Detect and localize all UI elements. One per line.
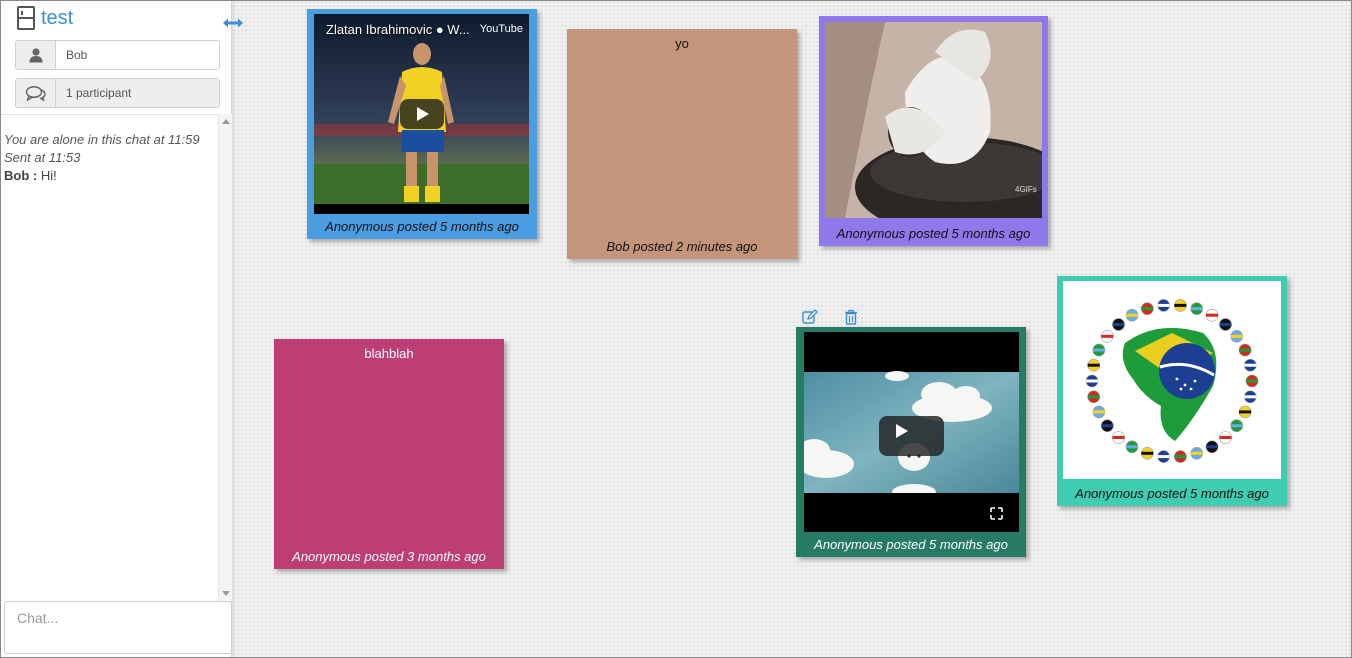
flag-stripe [1086,379,1098,383]
flag-stripe [1174,455,1187,459]
trash-icon[interactable] [843,309,859,325]
fullscreen-icon[interactable] [987,502,1007,522]
flag-stripe [1112,436,1125,439]
chat-log: You are alone in this chat at 11:59 Sent… [1,114,218,599]
flag-stripe [1246,379,1258,383]
flag-stripe [1230,334,1243,338]
postit-brazil-image[interactable]: Anonymous posted 5 months ago [1057,276,1287,506]
flag-stripe [1190,451,1203,455]
video-player[interactable] [804,332,1019,532]
chat-message: Bob : Hi! [4,167,218,185]
flag-stripe [1087,395,1100,399]
postit-caption: Anonymous posted 5 months ago [836,226,1031,241]
flag-stripe [1101,424,1114,428]
flag-stripe [1112,323,1125,326]
chat-message-text: Hi! [40,168,57,183]
flag-stripe [1190,307,1203,311]
postit-yo-note[interactable]: yo Bob posted 2 minutes ago [567,29,797,259]
flag-stripe [1219,323,1232,326]
flag-stripe [1219,436,1232,439]
postit-clouds-video[interactable]: Anonymous posted 5 months ago [796,327,1026,557]
flag-stripe [1157,455,1170,459]
participants-count: 1 participant [56,79,219,107]
postit-caption: Bob posted 2 minutes ago [606,239,758,254]
cats-photo: 4GIFs [825,22,1042,218]
flag-stripe [1126,313,1138,317]
flag-stripe [1230,424,1243,428]
flag-stripe [1174,303,1187,307]
postit-blahblah-note[interactable]: blahblah Anonymous posted 3 months ago [274,339,504,569]
username-field[interactable]: Bob [15,40,220,70]
fridge-icon [17,6,35,30]
scroll-up-arrow-icon[interactable] [222,119,230,124]
flag-stripe [1101,334,1114,338]
youtube-video-player[interactable]: Zlatan Ibrahimovic ● W... YouTube [314,14,529,214]
flag-stripe [1239,348,1252,352]
chat-message-author: Bob : [4,168,38,183]
flag-stripe [1206,445,1218,449]
flag-stripe [1141,307,1154,311]
postit-cats-image[interactable]: 4GIFs Anonymous posted 5 months ago [819,16,1048,246]
flag-stripe [1206,313,1218,317]
postit-caption: Anonymous posted 3 months ago [292,549,486,564]
postit-caption: Anonymous posted 5 months ago [325,219,519,234]
postit-caption: Anonymous posted 5 months ago [814,537,1008,552]
postit-text: yo [675,36,689,51]
flag-stripe [1126,445,1138,449]
scroll-down-arrow-icon[interactable] [222,591,230,596]
flag-stripe [1141,451,1154,455]
brazil-flags-image [1063,281,1281,479]
chat-system-message: Sent at 11:53 [4,150,81,165]
youtube-logo: YouTube [479,23,523,35]
participants-field: 1 participant [15,78,220,108]
flag-stripe [1239,410,1252,414]
chat-scrollbar[interactable] [218,114,232,601]
sidebar-resize-arrows-icon[interactable] [221,15,245,31]
video-title: Zlatan Ibrahimovic ● W... [326,22,470,37]
chat-bubbles-icon [16,79,56,107]
flag-stripe [1244,363,1257,367]
chat-input-placeholder: Chat... [17,610,59,626]
edit-icon[interactable] [802,309,818,325]
flag-stripe [1092,348,1105,352]
flag-stripe [1092,410,1105,414]
username-value[interactable]: Bob [56,41,219,69]
chat-input[interactable]: Chat... [4,601,232,654]
postit-text: blahblah [364,346,414,361]
chat-system-message: You are alone in this chat at 11:59 [4,132,200,147]
board-title-text[interactable]: test [41,6,73,30]
flag-stripe [1157,303,1170,307]
flag-stripe [1244,395,1257,399]
svg-text:4GIFs: 4GIFs [1015,185,1037,194]
postit-zlatan-video[interactable]: Zlatan Ibrahimovic ● W... YouTube Anonym… [307,9,537,239]
board-title: test [17,5,73,31]
user-icon [16,41,56,69]
play-button-icon[interactable] [400,99,444,129]
flag-stripe [1087,363,1100,367]
chat-sidebar: test Bob 1 participant You are alone in … [1,1,232,657]
postit-caption: Anonymous posted 5 months ago [1075,486,1269,501]
play-button-icon[interactable] [879,416,944,456]
